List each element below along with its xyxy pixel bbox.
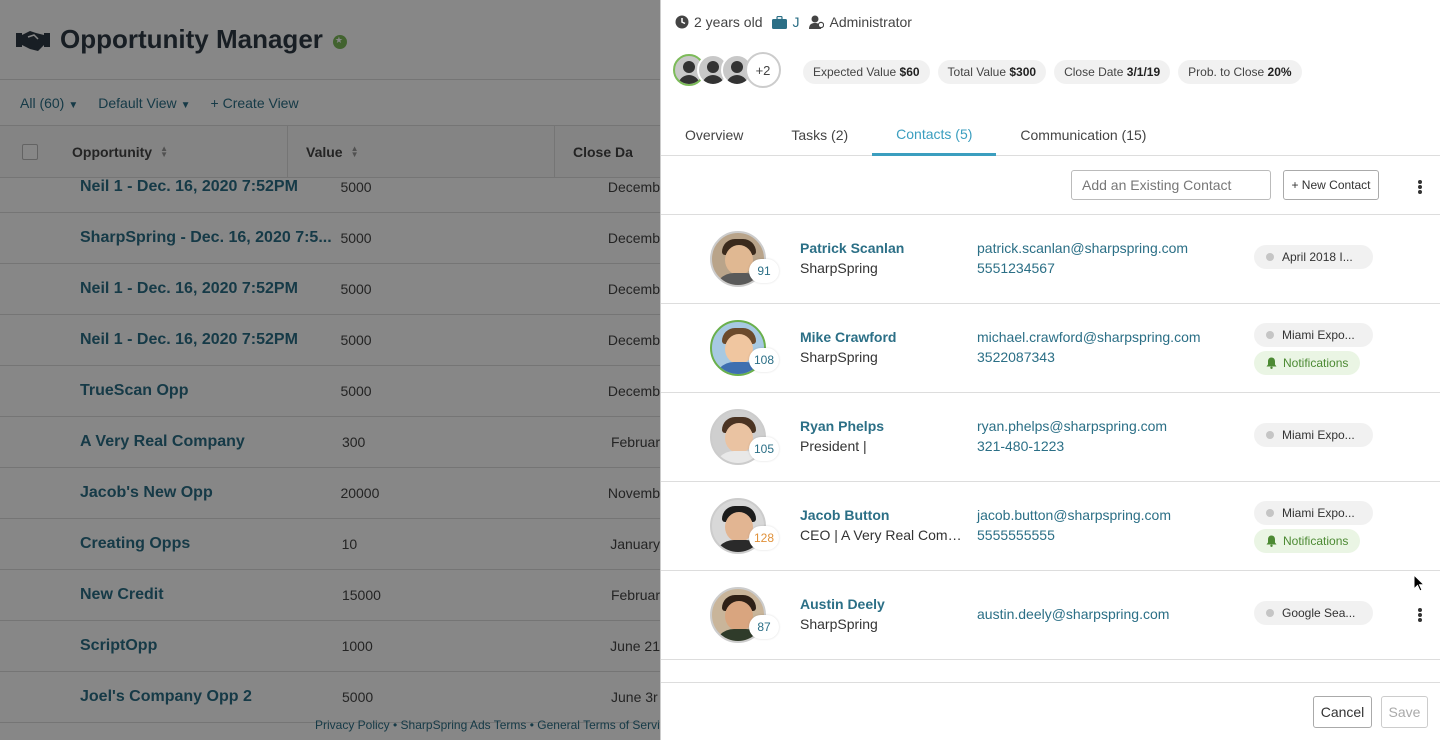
pill-value: $300: [1009, 65, 1037, 79]
save-button[interactable]: Save: [1381, 696, 1428, 728]
pill-value: 3/1/19: [1126, 65, 1161, 79]
pill-label: Prob. to Close: [1188, 65, 1268, 79]
tag-label: Miami Expo...: [1282, 328, 1355, 342]
bell-icon: [1266, 357, 1277, 369]
contact-more-options-icon[interactable]: [1413, 606, 1427, 624]
tag-label: Google Sea...: [1282, 606, 1356, 620]
pill-label: Expected Value: [813, 65, 900, 79]
contact-list: 91 Patrick Scanlan SharpSpring patrick.s…: [661, 215, 1440, 660]
pill-label: Total Value: [947, 65, 1010, 79]
more-options-icon[interactable]: [1413, 178, 1427, 196]
role-info: Administrator: [809, 14, 912, 30]
pill-label: Close Date: [1064, 65, 1127, 79]
age-text: 2 years old: [694, 14, 763, 30]
contact-name-link[interactable]: Jacob Button: [800, 507, 889, 523]
contact-name-link[interactable]: Patrick Scanlan: [800, 240, 904, 256]
lead-score-badge: 91: [749, 259, 779, 283]
probability-pill: Prob. to Close 20%: [1178, 60, 1302, 84]
tab-contacts[interactable]: Contacts (5): [872, 114, 997, 156]
tag-dot-icon: [1266, 509, 1274, 517]
opportunity-meta: 2 years old J Administrator: [675, 14, 922, 30]
tag-dot-icon: [1266, 331, 1274, 339]
list-tag[interactable]: Miami Expo...: [1254, 423, 1373, 447]
notifications-label: Notifications: [1283, 356, 1349, 370]
contact-phone-link[interactable]: 321-480-1223: [977, 438, 1064, 454]
lead-score-badge: 108: [749, 348, 779, 372]
tab-tasks[interactable]: Tasks (2): [767, 114, 872, 156]
lead-score-badge: 105: [749, 437, 779, 461]
opportunity-summary: +2 Expected Value $60 Total Value $300 C…: [673, 52, 1302, 90]
add-existing-contact-input[interactable]: [1071, 170, 1271, 200]
contact-name-link[interactable]: Austin Deely: [800, 596, 885, 612]
pill-value: 20%: [1267, 65, 1292, 79]
contact-row[interactable]: 128 Jacob Button CEO | A Very Real Comp.…: [661, 482, 1440, 571]
notifications-badge[interactable]: Notifications: [1254, 351, 1361, 375]
contact-row[interactable]: 87 Austin Deely SharpSpring austin.deely…: [661, 571, 1440, 660]
briefcase-icon: [772, 15, 788, 29]
contacts-toolbar: + New Contact: [661, 170, 1440, 214]
tag-dot-icon: [1266, 253, 1274, 261]
lead-score-badge: 87: [749, 615, 779, 639]
contact-company: SharpSpring: [800, 260, 878, 276]
tag-label: April 2018 I...: [1282, 250, 1353, 264]
contact-company: SharpSpring: [800, 349, 878, 365]
list-tag[interactable]: April 2018 I...: [1254, 245, 1373, 269]
contact-email-link[interactable]: patrick.scanlan@sharpspring.com: [977, 240, 1188, 256]
contact-email-link[interactable]: jacob.button@sharpspring.com: [977, 507, 1171, 523]
pill-value: $60: [899, 65, 920, 79]
contact-row[interactable]: 91 Patrick Scanlan SharpSpring patrick.s…: [661, 215, 1440, 304]
list-tag[interactable]: Miami Expo...: [1254, 501, 1373, 525]
list-tag[interactable]: Google Sea...: [1254, 601, 1373, 625]
user-admin-icon: [809, 15, 825, 29]
close-date-pill: Close Date 3/1/19: [1054, 60, 1171, 84]
contact-phone-link[interactable]: 3522087343: [977, 349, 1055, 365]
more-avatars-count[interactable]: +2: [745, 52, 781, 88]
clock-icon: [675, 15, 689, 29]
contact-email-link[interactable]: michael.crawford@sharpspring.com: [977, 329, 1201, 345]
tag-dot-icon: [1266, 431, 1274, 439]
contact-email-link[interactable]: austin.deely@sharpspring.com: [977, 606, 1169, 622]
contact-company: SharpSpring: [800, 616, 878, 632]
list-tag[interactable]: Miami Expo...: [1254, 323, 1373, 347]
contact-name-link[interactable]: Mike Crawford: [800, 329, 896, 345]
contact-phone-link[interactable]: 5551234567: [977, 260, 1055, 276]
mouse-cursor-icon: [1413, 574, 1425, 592]
contact-email-link[interactable]: ryan.phelps@sharpspring.com: [977, 418, 1167, 434]
contact-avatar-stack[interactable]: +2: [673, 52, 781, 90]
role-text: Administrator: [829, 14, 912, 30]
drawer-footer: Cancel Save: [661, 682, 1440, 740]
contact-phone-link[interactable]: 5555555555: [977, 527, 1055, 543]
contact-row[interactable]: 105 Ryan Phelps President | ryan.phelps@…: [661, 393, 1440, 482]
owner-text[interactable]: J: [792, 14, 799, 30]
contact-name-link[interactable]: Ryan Phelps: [800, 418, 884, 434]
tag-dot-icon: [1266, 609, 1274, 617]
cancel-button[interactable]: Cancel: [1313, 696, 1372, 728]
tag-label: Miami Expo...: [1282, 428, 1355, 442]
contact-company: CEO | A Very Real Comp...: [800, 527, 964, 543]
owner-info[interactable]: J: [772, 14, 799, 30]
drawer-tabs: Overview Tasks (2) Contacts (5) Communic…: [661, 114, 1440, 156]
contact-row[interactable]: 108 Mike Crawford SharpSpring michael.cr…: [661, 304, 1440, 393]
tab-communication[interactable]: Communication (15): [996, 114, 1170, 156]
modal-backdrop[interactable]: [0, 0, 660, 740]
notifications-label: Notifications: [1283, 534, 1349, 548]
bell-icon: [1266, 535, 1277, 547]
tab-overview[interactable]: Overview: [661, 114, 767, 156]
total-value-pill: Total Value $300: [937, 60, 1047, 84]
age-info: 2 years old: [675, 14, 762, 30]
opportunity-detail-drawer: 2 years old J Administrator +2 Expected …: [660, 0, 1440, 740]
tag-label: Miami Expo...: [1282, 506, 1355, 520]
lead-score-badge: 128: [749, 526, 779, 550]
contact-company: President |: [800, 438, 867, 454]
notifications-badge[interactable]: Notifications: [1254, 529, 1361, 553]
new-contact-button[interactable]: + New Contact: [1283, 170, 1379, 200]
expected-value-pill: Expected Value $60: [803, 60, 930, 84]
